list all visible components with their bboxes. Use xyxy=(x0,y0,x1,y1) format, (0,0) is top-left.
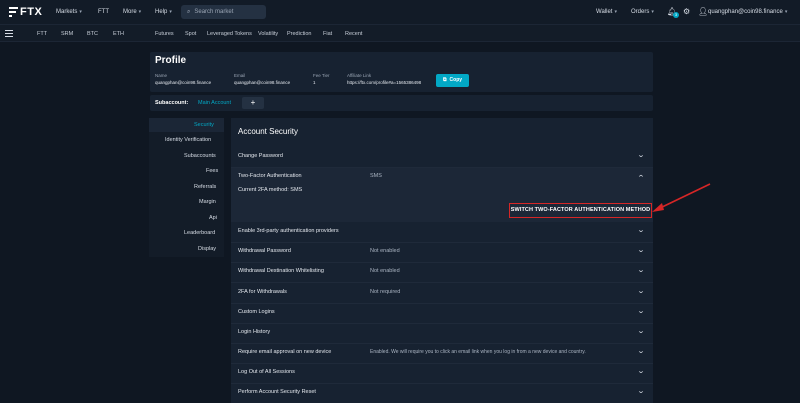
account-email[interactable]: quangphan@coin98.finance ▾ xyxy=(708,9,787,15)
row-divider xyxy=(231,323,653,324)
add-subaccount-button[interactable]: + xyxy=(242,97,264,109)
top-navbar xyxy=(0,0,800,25)
chevron-down-icon[interactable]: ⌄ xyxy=(637,347,645,355)
row-divider xyxy=(231,343,653,344)
nav-more[interactable]: More ▾ xyxy=(123,9,141,15)
chevron-down-icon[interactable]: ⌄ xyxy=(637,226,645,234)
chevron-down-icon[interactable]: ⌄ xyxy=(637,266,645,274)
name-label: Name xyxy=(155,73,168,78)
chevron-down-icon[interactable]: ⌄ xyxy=(637,307,645,315)
current-2fa-method: Current 2FA method: SMS xyxy=(238,187,303,193)
row-change-password[interactable]: Change Password xyxy=(238,153,283,159)
row-divider xyxy=(231,167,653,168)
row-divider xyxy=(231,242,653,243)
search-icon: ⌕ xyxy=(187,9,191,15)
chevron-down-icon: ▾ xyxy=(784,9,788,15)
chevron-down-icon: ▾ xyxy=(79,9,82,15)
chevron-down-icon: ▾ xyxy=(651,9,654,15)
subnav-fiat[interactable]: Fiat xyxy=(323,31,332,37)
name-value: quangphan@coin98.finance xyxy=(155,80,212,85)
nav-wallet[interactable]: Wallet ▾ xyxy=(596,9,617,15)
row-email-approval[interactable]: Require email approval on new device xyxy=(238,349,331,355)
page-title: Profile xyxy=(155,55,187,66)
chevron-down-icon[interactable]: ⌄ xyxy=(637,327,645,335)
email-value: quangphan@coin98.finance xyxy=(234,80,291,85)
email-label: Email xyxy=(234,73,246,78)
search-input[interactable]: ⌕ Search market xyxy=(181,5,266,19)
nav-markets[interactable]: Markets ▾ xyxy=(56,9,82,15)
subnav-spot[interactable]: Spot xyxy=(185,31,196,37)
row-login-history[interactable]: Login History xyxy=(238,329,270,335)
subaccount-label: Subaccount: xyxy=(155,100,189,106)
2fa-withdrawals-value: Not required xyxy=(370,289,401,295)
two-factor-value: SMS xyxy=(370,173,382,179)
subnav-leveraged-tokens[interactable]: Leveraged Tokens xyxy=(207,31,252,37)
nav-help[interactable]: Help ▾ xyxy=(155,9,172,15)
logo-text: FTX xyxy=(20,6,43,18)
user-icon[interactable]: 👤︎ xyxy=(698,8,708,16)
subnav-btc[interactable]: BTC xyxy=(87,31,98,37)
annotation-arrow-icon xyxy=(652,183,711,212)
withdrawal-password-value: Not enabled xyxy=(370,248,400,254)
row-logout-all[interactable]: Log Out of All Sessions xyxy=(238,369,295,375)
row-security-reset[interactable]: Perform Account Security Reset xyxy=(238,389,316,395)
subnav-futures[interactable]: Futures xyxy=(155,31,174,37)
copy-icon: ⧉ xyxy=(442,77,447,83)
ftx-logo[interactable]: FTX xyxy=(9,6,42,18)
withdrawal-whitelisting-value: Not enabled xyxy=(370,268,400,274)
fee-tier-value: 1 xyxy=(313,80,316,85)
switch-2fa-method-button[interactable]: SWITCH TWO-FACTOR AUTHENTICATION METHOD xyxy=(509,203,652,218)
row-divider xyxy=(231,363,653,364)
subnav-ftt[interactable]: FTT xyxy=(37,31,47,37)
profile-card xyxy=(150,52,653,92)
row-withdrawal-password[interactable]: Withdrawal Password xyxy=(238,248,291,254)
gear-icon[interactable]: ⚙ xyxy=(683,8,691,16)
row-divider xyxy=(231,262,653,263)
subnav-recent[interactable]: Recent xyxy=(345,31,362,37)
row-withdrawal-whitelisting[interactable]: Withdrawal Destination Whitelisting xyxy=(238,268,324,274)
row-third-party-auth[interactable]: Enable 3rd-party authentication provider… xyxy=(238,228,339,234)
row-divider xyxy=(231,282,653,283)
security-panel xyxy=(231,118,653,403)
chevron-down-icon[interactable]: ⌄ xyxy=(637,151,645,159)
section-title: Account Security xyxy=(238,127,299,136)
row-divider xyxy=(231,383,653,384)
email-approval-value: Enabled. We will require you to click an… xyxy=(370,349,586,355)
affiliate-link-value: https://ftx.com/profile#a=1565386498 xyxy=(347,80,422,85)
subaccount-selector[interactable]: Main Account xyxy=(198,100,231,106)
nav-ftt[interactable]: FTT xyxy=(98,9,109,15)
chevron-down-icon[interactable]: ⌄ xyxy=(637,287,645,295)
chevron-down-icon[interactable]: ⌄ xyxy=(637,367,645,375)
chevron-down-icon[interactable]: ⌄ xyxy=(637,246,645,254)
row-divider xyxy=(231,303,653,304)
notification-badge: 3 xyxy=(673,12,679,18)
row-2fa-withdrawals[interactable]: 2FA for Withdrawals xyxy=(238,289,287,295)
row-custom-logins[interactable]: Custom Logins xyxy=(238,309,275,315)
search-placeholder: Search market xyxy=(194,9,234,15)
row-two-factor-auth[interactable]: Two-Factor Authentication xyxy=(238,173,302,179)
subnav-prediction[interactable]: Prediction xyxy=(287,31,311,37)
copy-button[interactable]: ⧉ Copy xyxy=(436,74,469,87)
subnav-srm[interactable]: SRM xyxy=(61,31,73,37)
ftx-logo-icon xyxy=(9,7,18,17)
affiliate-link-label: Affiliate Link xyxy=(347,73,372,78)
menu-icon[interactable] xyxy=(5,30,13,37)
nav-orders[interactable]: Orders ▾ xyxy=(631,9,654,15)
chevron-up-icon[interactable]: ⌃ xyxy=(637,174,645,182)
subnav-volatility[interactable]: Volatility xyxy=(258,31,278,37)
chevron-down-icon: ▾ xyxy=(614,9,617,15)
chevron-down-icon: ▾ xyxy=(169,9,172,15)
fee-tier-label: Fee Tier xyxy=(313,73,330,78)
chevron-down-icon: ▾ xyxy=(138,9,142,15)
subnav-eth[interactable]: ETH xyxy=(113,31,124,37)
chevron-down-icon[interactable]: ⌄ xyxy=(637,387,645,395)
